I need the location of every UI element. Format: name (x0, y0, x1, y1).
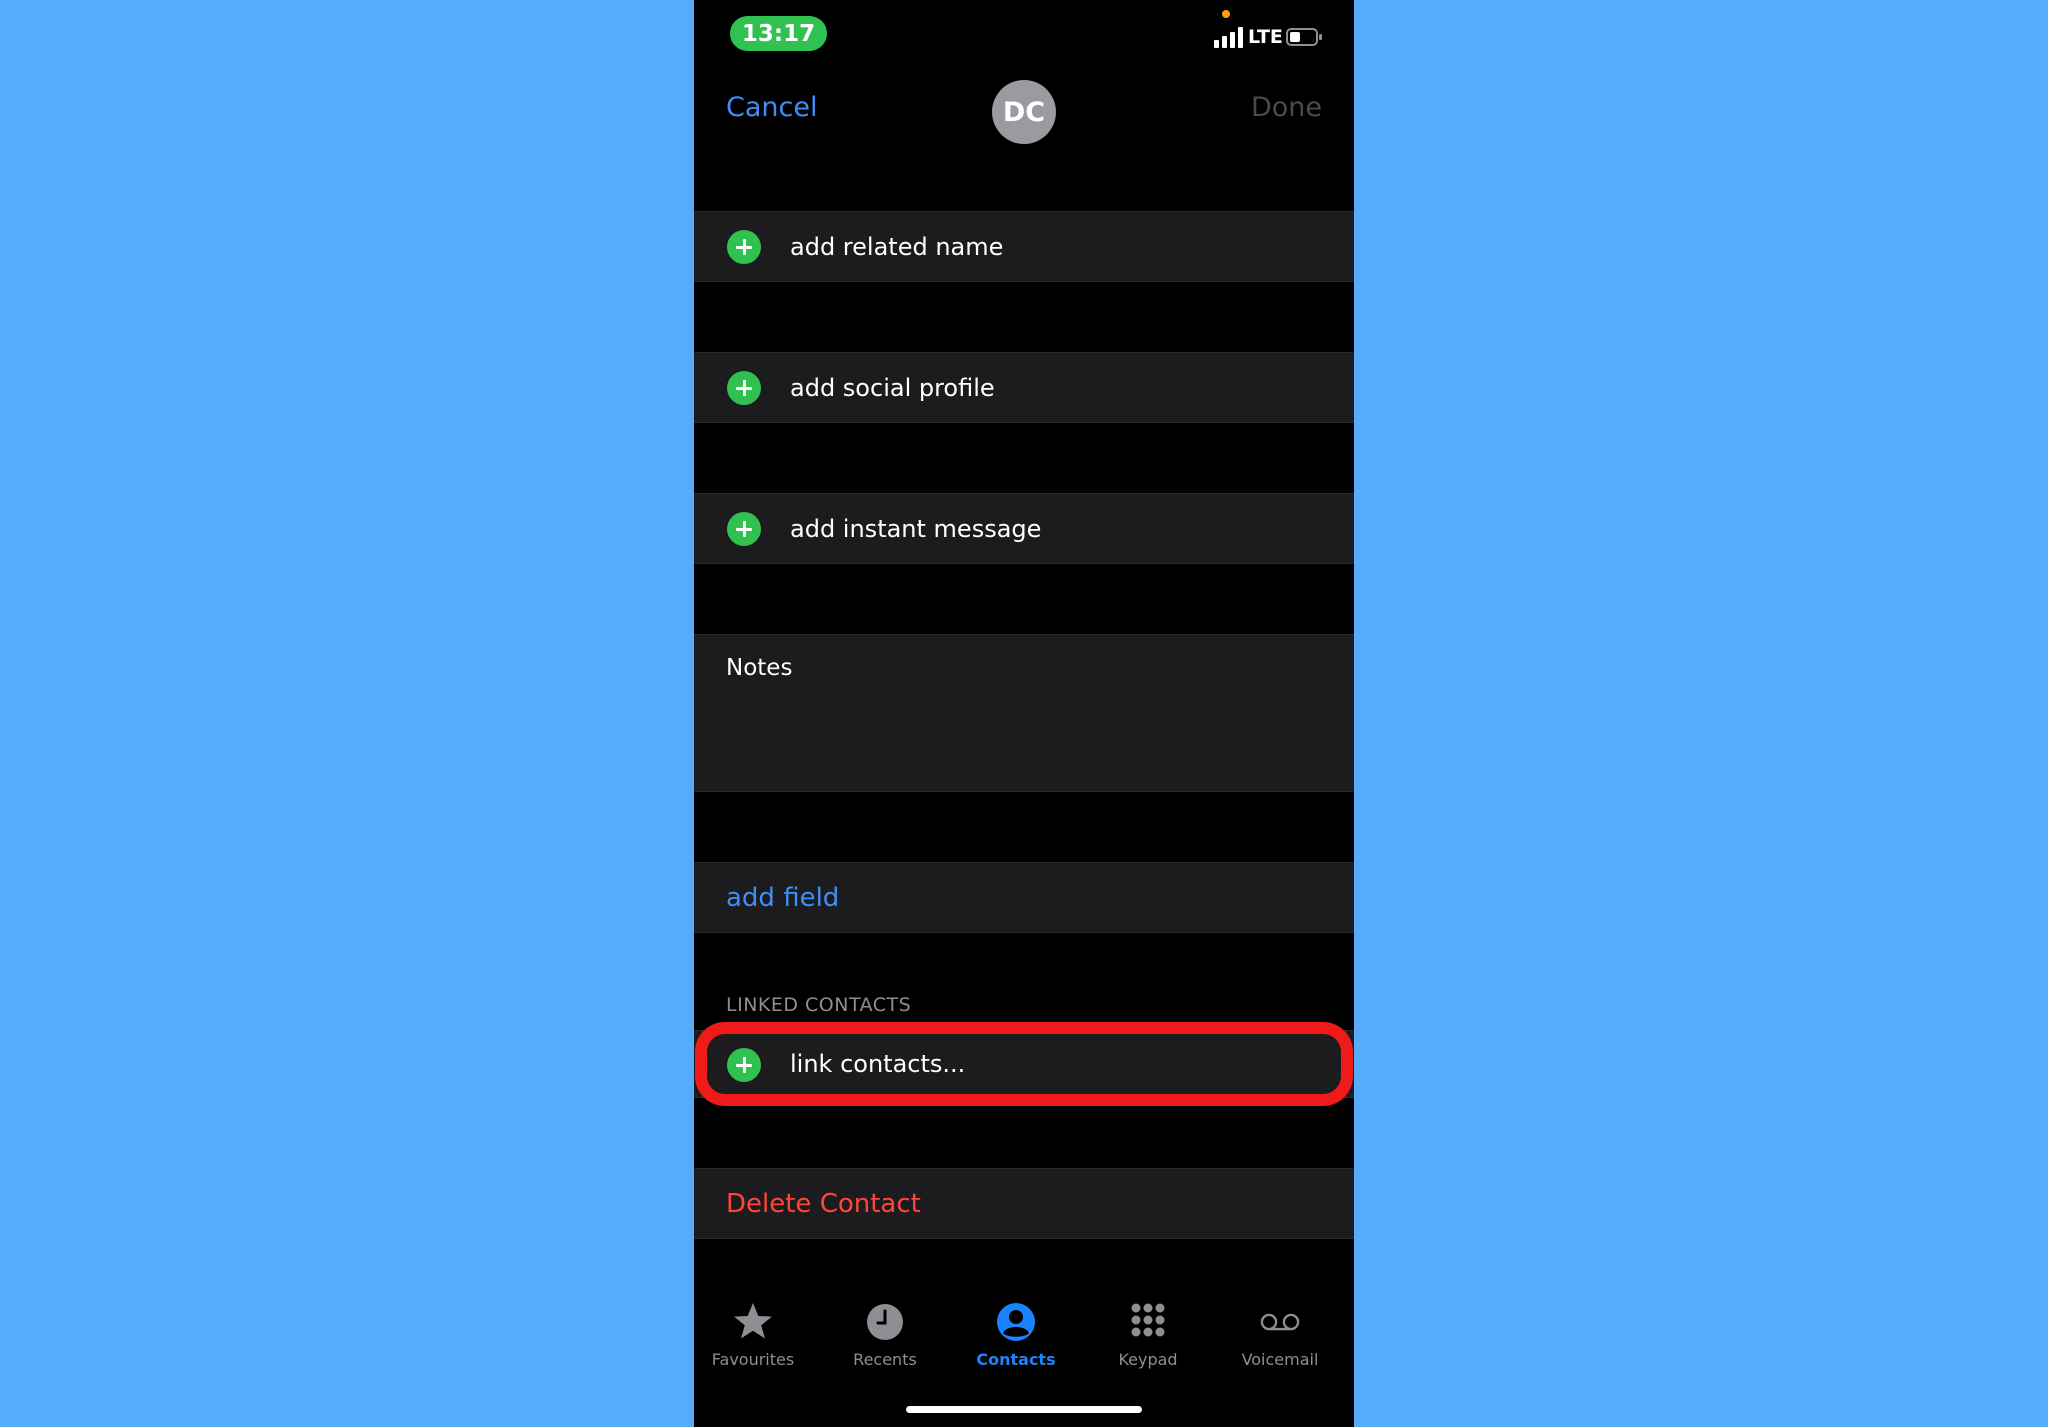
tab-label: Favourites (711, 1350, 795, 1369)
delete-contact-row[interactable]: Delete Contact (694, 1168, 1354, 1239)
tab-contacts[interactable]: Contacts (961, 1300, 1071, 1369)
delete-contact-button[interactable]: Delete Contact (726, 1189, 921, 1219)
tab-recents[interactable]: Recents (830, 1300, 940, 1369)
battery-icon (1286, 28, 1322, 46)
signal-icon (1214, 26, 1243, 48)
status-time[interactable]: 13:17 (730, 16, 827, 51)
privacy-indicator-dot (1222, 10, 1230, 18)
row-label: link contacts... (790, 1050, 966, 1078)
row-label: add instant message (790, 515, 1042, 543)
tab-favourites[interactable]: Favourites (698, 1300, 808, 1369)
home-indicator[interactable] (906, 1406, 1142, 1413)
clock-icon (867, 1304, 903, 1340)
network-type: LTE (1248, 26, 1283, 48)
linked-contacts-header: LINKED CONTACTS (726, 994, 912, 1016)
done-button[interactable]: Done (1251, 92, 1322, 123)
keypad-icon (1131, 1303, 1165, 1337)
row-label: add related name (790, 233, 1004, 261)
voicemail-icon (1260, 1313, 1300, 1331)
tab-label: Voicemail (1241, 1350, 1319, 1369)
star-icon (734, 1303, 772, 1339)
add-related-name-row[interactable]: add related name (694, 211, 1354, 282)
tab-label: Recents (853, 1350, 917, 1369)
add-icon[interactable] (727, 512, 761, 546)
add-icon[interactable] (727, 371, 761, 405)
tab-voicemail[interactable]: Voicemail (1225, 1300, 1335, 1369)
person-circle-icon (997, 1303, 1035, 1341)
notes-label: Notes (726, 655, 793, 681)
tab-keypad[interactable]: Keypad (1093, 1300, 1203, 1369)
add-social-profile-row[interactable]: add social profile (694, 352, 1354, 423)
tab-label: Contacts (976, 1350, 1056, 1369)
phone-screen: 13:17 LTE Cancel DC Done add related nam… (694, 0, 1354, 1427)
add-instant-message-row[interactable]: add instant message (694, 493, 1354, 564)
add-icon[interactable] (727, 230, 761, 264)
cancel-button[interactable]: Cancel (726, 92, 817, 123)
link-contacts-row[interactable]: link contacts... (694, 1030, 1354, 1098)
tab-label: Keypad (1118, 1350, 1178, 1369)
add-icon[interactable] (727, 1048, 761, 1082)
avatar[interactable]: DC (992, 80, 1056, 144)
row-label: add social profile (790, 374, 995, 402)
add-field-row[interactable]: add field (694, 862, 1354, 933)
add-field-button[interactable]: add field (726, 883, 839, 913)
notes-field[interactable]: Notes (694, 634, 1354, 792)
